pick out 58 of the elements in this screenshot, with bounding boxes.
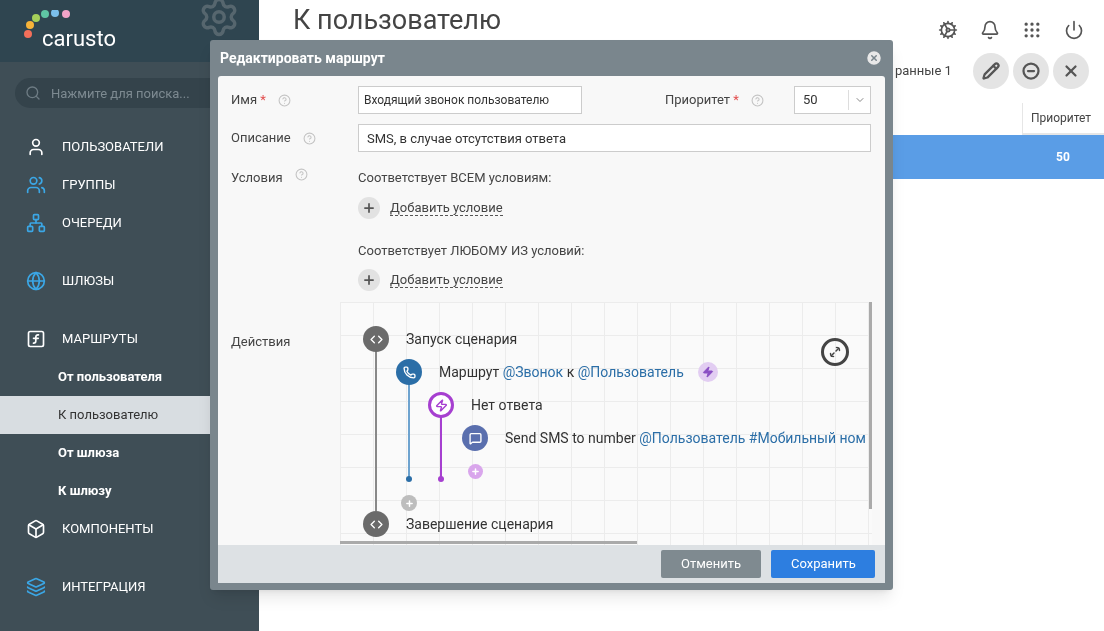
event-badge-icon[interactable]: [697, 362, 718, 382]
description-field[interactable]: SMS, в случае отсутствия ответа: [358, 124, 871, 152]
minus-circle-icon: [1022, 62, 1040, 80]
add-condition-link[interactable]: Добавить условие: [390, 199, 503, 216]
dialog-title: Редактировать маршрут: [220, 48, 385, 68]
remove-button[interactable]: [1013, 53, 1049, 89]
name-field[interactable]: Входящий звонок пользователю: [358, 86, 582, 114]
step-label: Send SMS to number @Пользователь #Мобильный ном: [505, 428, 866, 448]
add-condition-link[interactable]: Добавить условие: [390, 272, 503, 288]
route-node-icon[interactable]: [396, 359, 422, 385]
start-node-icon[interactable]: [363, 326, 389, 352]
nav-item[interactable]: ИНТЕГРАЦИЯ: [0, 568, 259, 606]
page-title: К пользователю: [293, 4, 501, 36]
event-node-icon[interactable]: [428, 392, 454, 418]
sms-node-icon[interactable]: [462, 425, 488, 451]
conditions-heading: Соответствует ВСЕМ условиям:: [358, 169, 553, 187]
routes-icon: [26, 329, 46, 349]
field-label: Приоритет *: [665, 91, 739, 110]
gateways-icon: [26, 271, 46, 291]
nav-item[interactable]: ШЛЮЗЫ: [0, 262, 259, 300]
step-label: Запуск сценария: [406, 329, 518, 349]
add-icon[interactable]: [358, 269, 380, 291]
table-cell-text: 50: [1055, 149, 1071, 166]
nav-item[interactable]: ОЧЕРЕДИ: [0, 204, 259, 242]
end-node-icon[interactable]: [363, 511, 389, 537]
queues-icon: [26, 213, 46, 233]
apps-grid-icon[interactable]: [1022, 20, 1042, 40]
groups-icon: [26, 175, 46, 195]
settings-icon[interactable]: [938, 20, 958, 40]
users-icon: [26, 137, 46, 157]
pencil-icon: [982, 62, 1000, 80]
flow-line: [440, 417, 442, 479]
scrollbar[interactable]: [340, 541, 637, 544]
cancel-button[interactable]: Отменить: [661, 550, 761, 578]
close-icon: [1062, 62, 1080, 80]
field-label: Описание: [231, 129, 291, 148]
logo-text: carusto: [42, 24, 116, 53]
edit-button[interactable]: [973, 53, 1009, 89]
priority-select[interactable]: 50: [794, 86, 871, 114]
selection-count: ранные 1: [895, 62, 952, 81]
save-button[interactable]: Сохранить: [771, 550, 875, 578]
bell-icon[interactable]: [980, 20, 1000, 40]
power-icon[interactable]: [1064, 20, 1084, 40]
scrollbar[interactable]: [869, 302, 872, 509]
conditions-heading: Соответствует ЛЮБОМУ ИЗ условий:: [358, 241, 585, 260]
search-icon: [25, 85, 41, 101]
close-icon[interactable]: [865, 49, 883, 67]
step-label: Маршрут @Звонок к @Пользователь: [439, 362, 684, 382]
step-label: Завершение сценария: [406, 514, 554, 534]
field-label: Действия: [231, 333, 292, 351]
delete-button[interactable]: [1053, 53, 1089, 89]
step-label: Нет ответа: [471, 395, 543, 415]
nav-item[interactable]: КОМПОНЕНТЫ: [0, 510, 259, 548]
expand-icon[interactable]: [821, 338, 849, 366]
components-icon: [26, 519, 46, 539]
field-label: Условия: [231, 169, 283, 187]
add-icon[interactable]: [358, 196, 380, 219]
integration-icon: [26, 577, 46, 597]
